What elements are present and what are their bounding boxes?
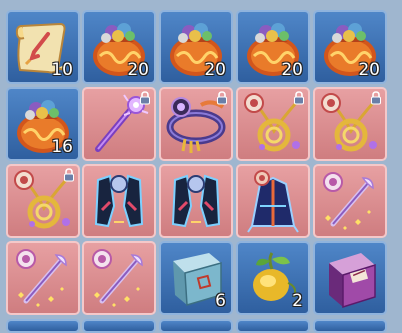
inventory-slot-wand-weapon[interactable] xyxy=(313,164,387,238)
robe-icon xyxy=(247,170,299,233)
inventory-slot-boots[interactable] xyxy=(159,164,233,238)
inventory-slot-golden-fruit[interactable]: 2 xyxy=(236,241,310,315)
lock-icon xyxy=(371,91,381,105)
inventory-slot-partial-slot[interactable] xyxy=(159,319,233,333)
inventory-slot-treasure-bag[interactable]: 16 xyxy=(6,87,80,161)
boots-icon xyxy=(94,174,144,228)
inventory-slot-staff-weapon[interactable] xyxy=(82,87,156,161)
inventory-slot-amulet[interactable] xyxy=(236,87,310,161)
item-count: 2 xyxy=(292,291,303,311)
inventory-slot-treasure-bag[interactable]: 20 xyxy=(82,10,156,84)
lock-icon xyxy=(140,91,150,105)
wand-icon xyxy=(92,249,143,307)
inventory-slot-scroll-item[interactable]: 10 xyxy=(6,10,80,84)
inventory-slot-purple-tome[interactable] xyxy=(313,241,387,315)
item-count: 20 xyxy=(204,60,226,80)
item-count: 10 xyxy=(51,60,73,80)
inventory-slot-headband[interactable] xyxy=(159,87,233,161)
inventory-slot-partial-slot[interactable] xyxy=(6,319,80,333)
item-count: 16 xyxy=(51,137,73,157)
inventory-slot-partial-slot[interactable] xyxy=(313,319,387,333)
inventory-slot-amulet[interactable] xyxy=(313,87,387,161)
lock-icon xyxy=(294,91,304,105)
inventory-slot-partial-slot[interactable] xyxy=(236,319,310,333)
inventory-slot-skill-book[interactable]: 6 xyxy=(159,241,233,315)
boots-icon xyxy=(171,174,221,228)
inventory-slot-treasure-bag[interactable]: 20 xyxy=(159,10,233,84)
inventory-slot-amulet[interactable] xyxy=(6,164,80,238)
item-count: 20 xyxy=(358,60,380,80)
inventory-slot-wand-weapon[interactable] xyxy=(82,241,156,315)
inventory-slot-treasure-bag[interactable]: 20 xyxy=(236,10,310,84)
inventory-grid: 10 20 20 20 20 16 6 2 xyxy=(0,0,402,333)
wand-icon xyxy=(323,172,374,230)
item-count: 6 xyxy=(215,291,226,311)
lock-icon xyxy=(217,91,227,105)
tome-icon xyxy=(329,253,376,309)
inventory-slot-boots[interactable] xyxy=(82,164,156,238)
inventory-slot-wand-weapon[interactable] xyxy=(6,241,80,315)
item-count: 20 xyxy=(281,60,303,80)
wand-icon xyxy=(16,249,67,307)
inventory-slot-robe-armor[interactable] xyxy=(236,164,310,238)
lock-icon xyxy=(64,168,74,182)
inventory-slot-treasure-bag[interactable]: 20 xyxy=(313,10,387,84)
item-count: 20 xyxy=(127,60,149,80)
inventory-slot-partial-slot[interactable] xyxy=(82,319,156,333)
